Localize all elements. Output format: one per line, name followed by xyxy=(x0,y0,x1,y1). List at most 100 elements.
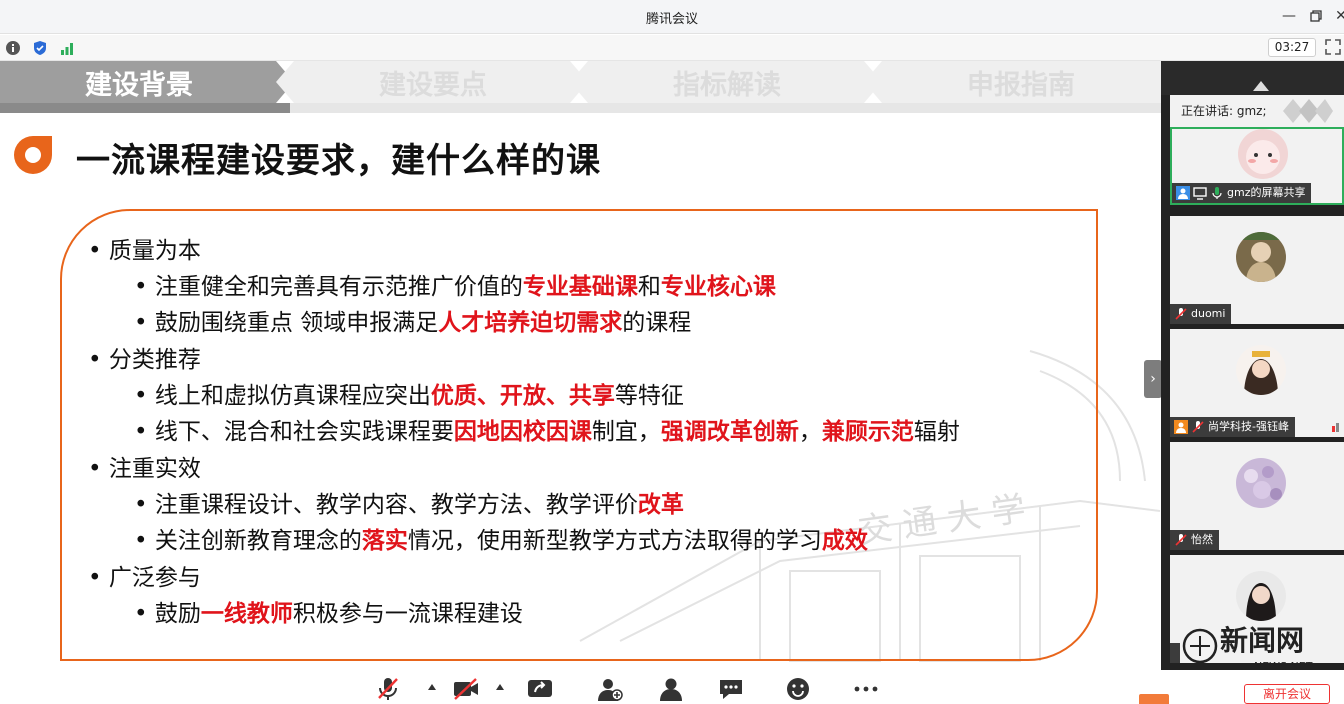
meeting-statusbar: 03:27 xyxy=(0,35,1344,61)
window-titlebar: 腾讯会议 — ✕ xyxy=(0,0,1344,34)
bullet-item: • 线下、混合和社会实践课程要因地因校因课制宜，强调改革创新，兼顾示范辐射 xyxy=(134,412,960,446)
highlight-text: 兼顾示范 xyxy=(821,419,914,445)
microphone-muted-icon[interactable] xyxy=(374,676,402,701)
slide-title: 一流课程建设要求，建什么样的课 xyxy=(76,141,601,181)
participant-video-2[interactable]: duomi xyxy=(1170,216,1344,324)
body-text: 等特征 xyxy=(614,383,684,409)
bullet-heading: • 广泛参与 xyxy=(88,558,201,592)
highlight-text: 优质、开放、共享 xyxy=(430,383,615,409)
participant-video-1[interactable]: gmz的屏幕共享 xyxy=(1170,127,1344,205)
participant-namebar: 怡然 xyxy=(1170,530,1219,550)
bullet-dot: • xyxy=(134,419,155,445)
screen-share-icon xyxy=(1193,187,1207,200)
meeting-toolbar: 离开会议 xyxy=(0,670,1344,704)
network-signal-icon[interactable] xyxy=(59,40,75,56)
bullet-dot: • xyxy=(134,528,155,554)
bullet-heading: • 注重实效 xyxy=(88,449,201,483)
body-text: 广泛参与 xyxy=(108,565,201,591)
body-text: ， xyxy=(798,419,822,445)
collapse-panel-button[interactable]: › xyxy=(1144,360,1162,398)
chat-icon[interactable] xyxy=(717,676,745,701)
bullet-dot: • xyxy=(88,565,109,591)
body-text: 注重课程设计、教学内容、教学方法、教学评价 xyxy=(154,492,638,518)
bullet-item: • 鼓励一线教师积极参与一流课程建设 xyxy=(134,594,523,628)
bullet-item: • 关注创新教育理念的落实情况，使用新型教学方式方法取得的学习成效 xyxy=(134,521,868,555)
participant-video-4[interactable]: 怡然 xyxy=(1170,442,1344,550)
leave-meeting-button[interactable]: 离开会议 xyxy=(1244,684,1330,704)
slide-nav-underline-active xyxy=(0,103,290,113)
participant-name: 尚学科技-强钰峰 xyxy=(1208,420,1289,433)
participant-name: gmz的屏幕共享 xyxy=(1227,186,1306,199)
participant-namebar xyxy=(1170,643,1180,663)
participant-panel: 正在讲话: gmz; gmz的屏幕共享 duomi 尚学科技-强钰峰 怡然 xyxy=(1161,61,1344,670)
chevron-up-icon[interactable] xyxy=(495,683,505,691)
signal-icon xyxy=(1332,423,1339,432)
avatar xyxy=(1236,458,1286,508)
body-text: 辐射 xyxy=(913,419,960,445)
bullet-item: • 线上和虚拟仿真课程应突出优质、开放、共享等特征 xyxy=(134,376,684,410)
body-text: 线下、混合和社会实践课程要 xyxy=(154,419,454,445)
slide-nav-tab-1: 建设背景 xyxy=(85,69,193,101)
news-logo-text: 新闻网 xyxy=(1220,624,1304,657)
participant-name: duomi xyxy=(1191,307,1226,320)
highlight-text: 成效 xyxy=(821,528,868,554)
emoji-icon[interactable] xyxy=(785,676,813,701)
meeting-timer: 03:27 xyxy=(1268,38,1316,57)
participant-video-3[interactable]: 尚学科技-强钰峰 xyxy=(1170,329,1344,437)
body-text: 注重健全和完善具有示范推广价值的 xyxy=(154,274,523,300)
body-text: 和 xyxy=(637,274,661,300)
bullet-dot: • xyxy=(88,456,109,482)
bullet-dot: • xyxy=(88,238,109,264)
news-site-logo: 新闻网 NEWS.NET xyxy=(1182,624,1313,672)
bullet-heading: • 分类推荐 xyxy=(88,340,201,374)
highlight-text: 专业核心课 xyxy=(660,274,776,300)
chevron-up-icon[interactable] xyxy=(1253,81,1269,91)
host-icon xyxy=(1176,186,1190,200)
body-text: 鼓励 xyxy=(154,601,201,627)
participant-name: 怡然 xyxy=(1191,533,1213,546)
fullscreen-icon[interactable] xyxy=(1325,39,1341,55)
participant-namebar: 尚学科技-强钰峰 xyxy=(1170,417,1295,437)
security-shield-icon[interactable] xyxy=(32,40,48,56)
microphone-on-icon xyxy=(1212,187,1222,199)
invite-icon[interactable] xyxy=(596,676,624,701)
highlight-text: 改革 xyxy=(637,492,684,518)
slide-nav-tab-3: 指标解读 xyxy=(673,69,781,101)
panel-header xyxy=(1161,61,1344,95)
participants-icon[interactable] xyxy=(657,676,685,701)
bullet-item: • 注重课程设计、教学内容、教学方法、教学评价改革 xyxy=(134,485,684,519)
bullet-dot: • xyxy=(134,492,155,518)
participant-namebar: gmz的屏幕共享 xyxy=(1172,183,1312,203)
body-text: 注重实效 xyxy=(108,456,201,482)
bullet-dot: • xyxy=(88,347,109,373)
avatar xyxy=(1238,129,1288,179)
bullet-dot: • xyxy=(134,274,155,300)
avatar xyxy=(1236,345,1286,395)
close-icon[interactable]: ✕ xyxy=(1328,4,1344,28)
body-text: 的课程 xyxy=(622,310,692,336)
microphone-muted-icon xyxy=(1192,421,1204,433)
avatar xyxy=(1236,232,1286,282)
highlight-text: 一线教师 xyxy=(200,601,293,627)
info-icon[interactable] xyxy=(5,40,21,56)
camera-off-icon[interactable] xyxy=(452,676,480,701)
more-icon[interactable] xyxy=(852,676,880,701)
bullet-dot: • xyxy=(134,310,155,336)
body-text: 积极参与一流课程建设 xyxy=(292,601,523,627)
window-title: 腾讯会议 xyxy=(645,12,698,27)
share-screen-icon[interactable] xyxy=(526,676,554,701)
bullet-dot: • xyxy=(134,383,155,409)
slide-nav-tab-4: 申报指南 xyxy=(967,69,1075,101)
highlight-text: 专业基础课 xyxy=(522,274,638,300)
participant-namebar: duomi xyxy=(1170,304,1232,324)
restore-icon[interactable] xyxy=(1303,4,1329,28)
avatar xyxy=(1236,571,1286,621)
body-text: 质量为本 xyxy=(108,238,201,264)
minimize-icon[interactable]: — xyxy=(1276,4,1302,28)
notification-chip xyxy=(1139,694,1169,704)
body-text: 关注创新教育理念的 xyxy=(154,528,362,554)
microphone-muted-icon xyxy=(1175,534,1187,546)
host-icon xyxy=(1174,420,1188,434)
bullet-heading: • 质量为本 xyxy=(88,231,201,265)
chevron-up-icon[interactable] xyxy=(427,683,437,691)
